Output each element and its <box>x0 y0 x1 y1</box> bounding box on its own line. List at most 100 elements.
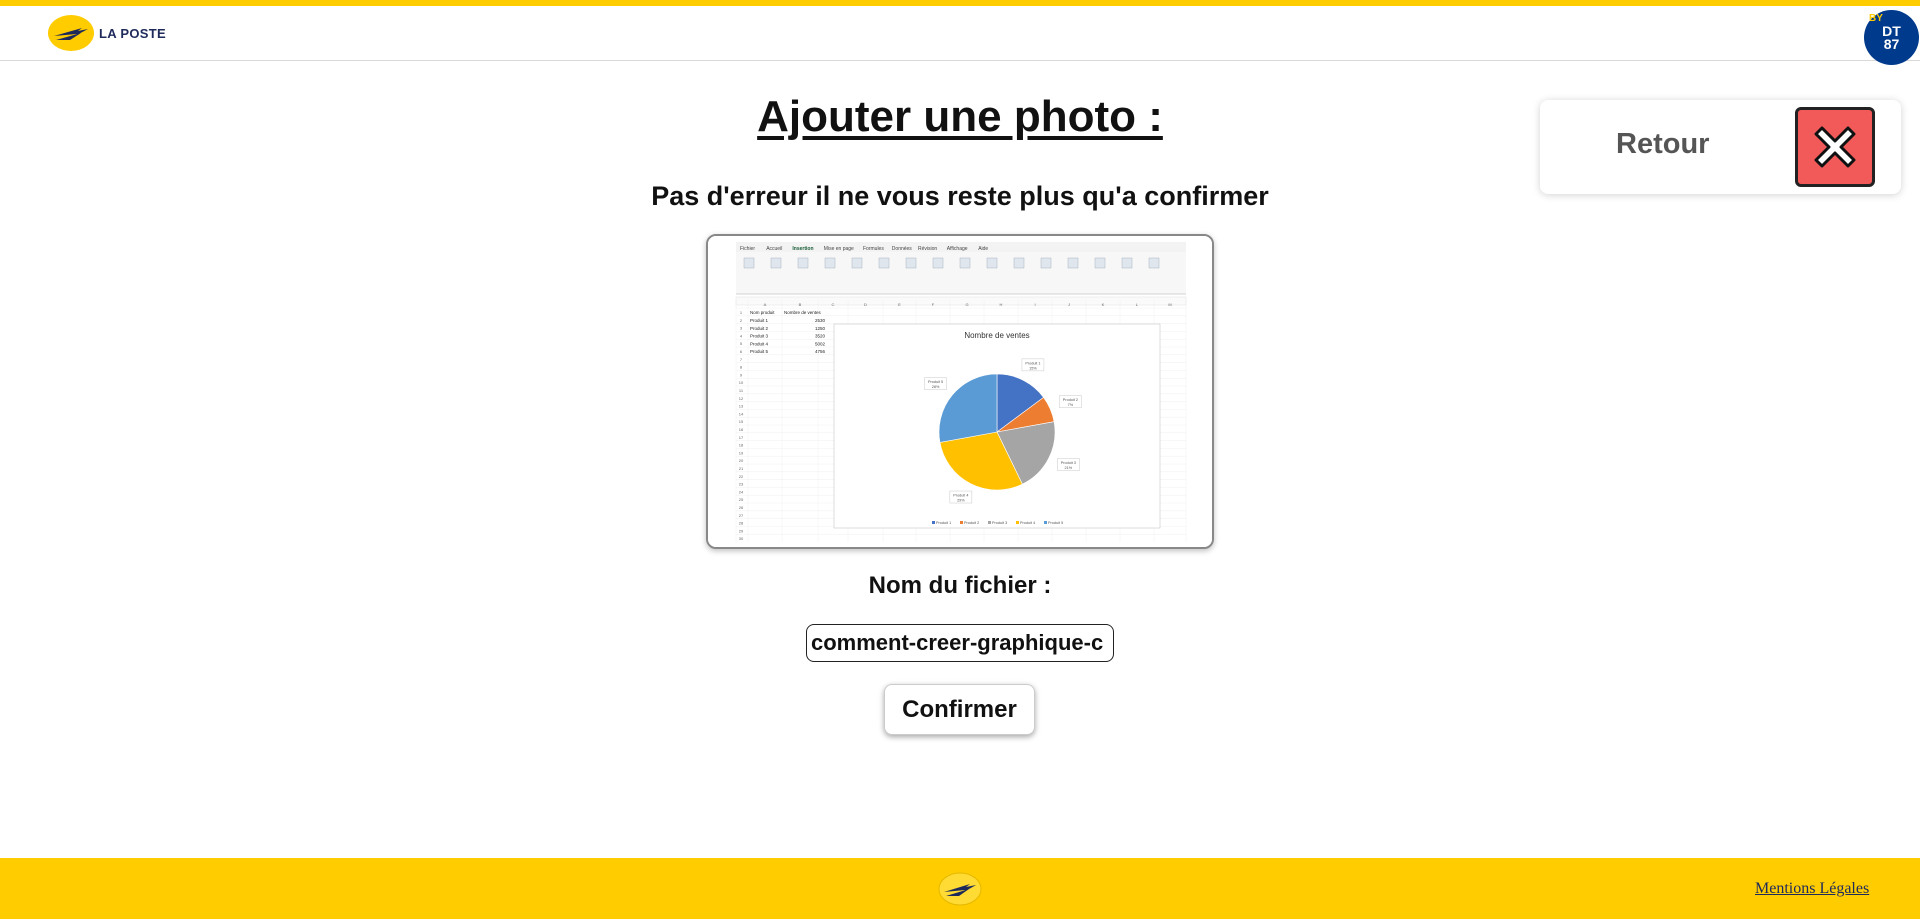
ribbon-icon <box>1040 257 1052 269</box>
cell-product: Produit 5 <box>750 349 769 354</box>
legend-label: Produit 2 <box>964 521 979 525</box>
row-number: 17 <box>739 435 744 440</box>
la-poste-logo[interactable]: LA POSTE <box>48 15 166 51</box>
legend-swatch <box>932 521 935 524</box>
legend-label: Produit 3 <box>992 521 1007 525</box>
cell-product: Produit 3 <box>750 334 769 339</box>
slice-label-name: Produit 5 <box>928 380 943 384</box>
cell-value: 2530 <box>815 318 826 323</box>
filename-label: Nom du fichier : <box>868 572 1052 599</box>
retour-label: Retour <box>1616 128 1710 160</box>
ribbon-tab: Données <box>892 246 913 252</box>
row-number: 29 <box>739 528 744 533</box>
ribbon-tab: Insertion <box>792 246 813 252</box>
ribbon-tab: Aide <box>978 246 988 252</box>
slice-label-pct: 21% <box>1065 466 1073 470</box>
cell-header: Nom produit <box>750 310 775 315</box>
column-header: D <box>864 302 867 307</box>
cell-product: Produit 2 <box>750 326 769 331</box>
site-footer: Mentions Légales <box>0 858 1920 919</box>
column-header: I <box>1034 302 1035 307</box>
la-poste-bird-icon <box>48 15 94 51</box>
row-number: 22 <box>739 474 744 479</box>
slice-label-name: Produit 3 <box>1061 461 1076 465</box>
legend-label: Produit 4 <box>1020 521 1035 525</box>
column-header: B <box>799 302 802 307</box>
ribbon-tab: Mise en page <box>824 246 854 252</box>
dt87-badge: BY DT 87 <box>1864 10 1919 65</box>
row-number: 23 <box>739 482 744 487</box>
ribbon-tab: Affichage <box>947 246 968 252</box>
row-number: 10 <box>739 380 744 385</box>
chart-title: Nombre de ventes <box>964 331 1029 340</box>
legend-swatch <box>960 521 963 524</box>
close-icon[interactable] <box>1795 107 1875 187</box>
ribbon-icon <box>770 257 782 269</box>
slice-label-name: Produit 2 <box>1063 398 1078 402</box>
footer-la-poste-icon <box>938 872 982 906</box>
slice-label-pct: 29% <box>957 499 965 503</box>
ribbon-icon <box>1148 257 1160 269</box>
ribbon-icon <box>878 257 890 269</box>
ribbon-icon <box>824 257 836 269</box>
ribbon-icon <box>1013 257 1025 269</box>
pie-chart <box>938 373 1056 491</box>
row-number: 12 <box>739 396 744 401</box>
ribbon-icon <box>905 257 917 269</box>
legend-swatch <box>1016 521 1019 524</box>
legend-label: Produit 1 <box>936 521 951 525</box>
row-number: 15 <box>739 419 744 424</box>
retour-button[interactable]: Retour <box>1540 100 1901 194</box>
row-number: 26 <box>739 505 744 510</box>
column-header: H <box>1000 302 1003 307</box>
mentions-legales-link[interactable]: Mentions Légales <box>1755 880 1869 898</box>
preview-image: A B C D E F G H I J K L M123456789101112131415161718… <box>708 236 1212 547</box>
column-header: A <box>764 302 767 307</box>
ribbon-icon <box>959 257 971 269</box>
cell-header: Nombre de ventes <box>784 310 822 315</box>
legend-swatch <box>988 521 991 524</box>
row-number: 13 <box>739 404 744 409</box>
column-header: M <box>1168 302 1171 307</box>
ribbon-icon <box>797 257 809 269</box>
row-number: 24 <box>739 489 744 494</box>
column-header: G <box>965 302 968 307</box>
legend-label: Produit 5 <box>1048 521 1063 525</box>
slice-label-pct: 7% <box>1068 403 1074 407</box>
column-header: C <box>832 302 835 307</box>
ribbon-tab: Accueil <box>766 246 782 252</box>
cell-value: 5002 <box>815 341 826 346</box>
ribbon-icon <box>986 257 998 269</box>
row-number: 30 <box>739 536 744 541</box>
cell-product: Produit 1 <box>750 318 769 323</box>
slice-label-pct: 15% <box>1029 366 1037 370</box>
ribbon-icon <box>1067 257 1079 269</box>
ribbon-tab: Formules <box>863 246 884 252</box>
ribbon-tab: Révision <box>918 246 937 252</box>
row-number: 28 <box>739 521 744 526</box>
column-header: E <box>898 302 901 307</box>
cell-value: 1250 <box>815 326 826 331</box>
row-number: 25 <box>739 497 744 502</box>
row-number: 20 <box>739 458 744 463</box>
legend-swatch <box>1044 521 1047 524</box>
slice-label-pct: 28% <box>932 385 940 389</box>
ribbon-icon <box>932 257 944 269</box>
row-number: 18 <box>739 443 744 448</box>
confirm-button[interactable]: Confirmer <box>884 684 1035 735</box>
row-number: 19 <box>739 450 744 455</box>
badge-line-2: 87 <box>1883 36 1900 52</box>
filename-input[interactable] <box>806 624 1114 662</box>
row-number: 27 <box>739 513 744 518</box>
ribbon-icon <box>743 257 755 269</box>
cell-value: 3520 <box>815 334 826 339</box>
ribbon-icon <box>1121 257 1133 269</box>
row-number: 16 <box>739 427 744 432</box>
logo-text: LA POSTE <box>99 25 166 41</box>
ribbon-tab: Fichier <box>740 246 755 252</box>
site-header: LA POSTE BY DT 87 <box>0 6 1920 65</box>
row-number: 14 <box>739 411 744 416</box>
photo-preview: A B C D E F G H I J K L M 1 2 3 4 5 6 7 8 9 10 11 12 13 14 15 16 17 18… <box>706 234 1214 549</box>
ribbon-icon <box>1094 257 1106 269</box>
ribbon-icon <box>851 257 863 269</box>
